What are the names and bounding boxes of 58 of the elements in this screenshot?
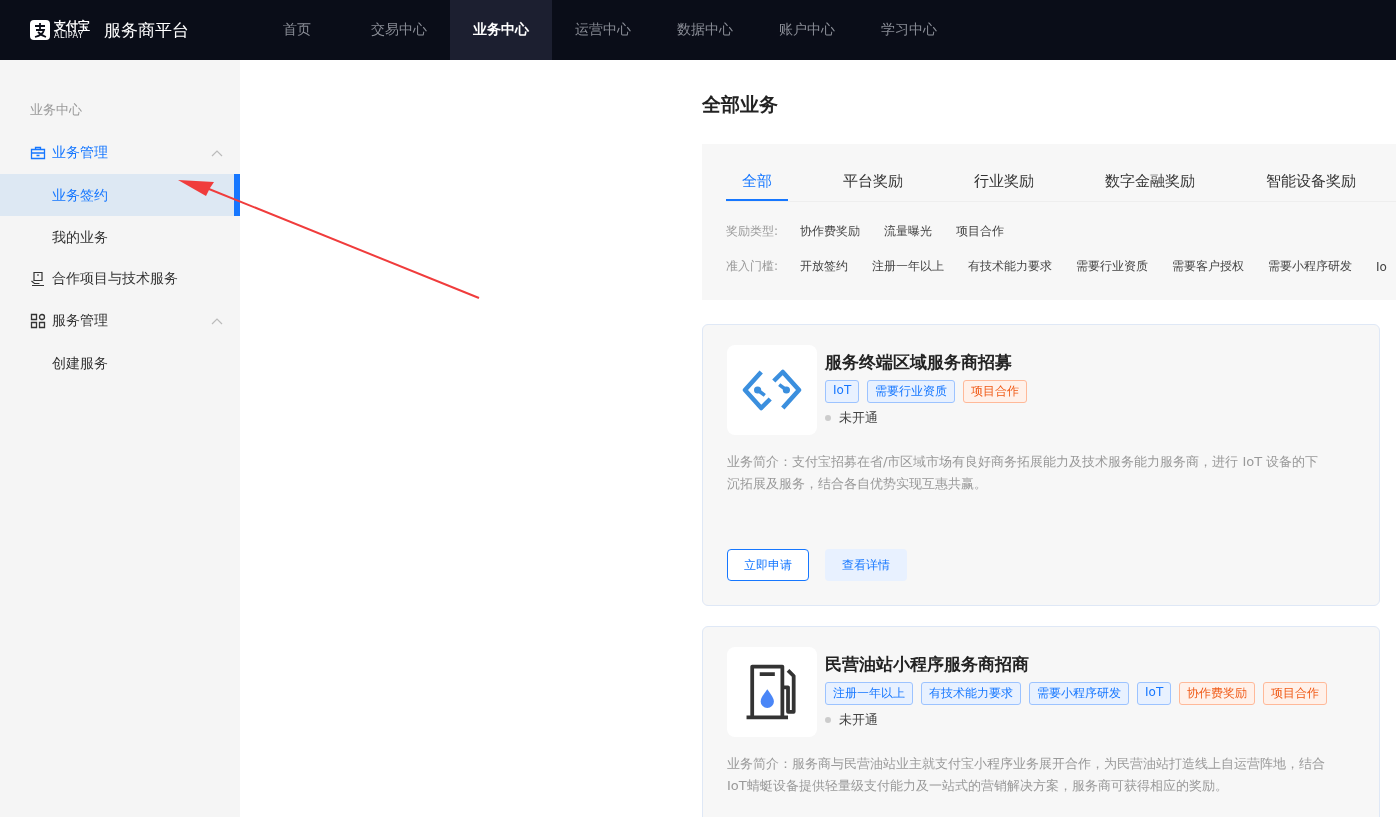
category-tab[interactable]: 全部 xyxy=(726,172,788,201)
filter-option[interactable]: 需要客户授权 xyxy=(1172,258,1245,275)
tag: IoT xyxy=(1137,682,1172,705)
sidebar-item[interactable]: 创建服务 xyxy=(0,342,240,384)
sidebar-group[interactable]: 服务管理 xyxy=(0,300,240,342)
logo-subtext: ALIPAY xyxy=(54,32,85,40)
status-dot xyxy=(825,415,831,421)
nav-tab[interactable]: 学习中心 xyxy=(858,0,960,60)
nav-tab[interactable]: 数据中心 xyxy=(654,0,756,60)
card-title: 服务终端区域服务商招募 xyxy=(825,351,1013,374)
briefcase-icon xyxy=(30,145,46,161)
monitor-hand-icon xyxy=(30,271,46,287)
nav-tab[interactable]: 业务中心 xyxy=(450,0,552,60)
nav-tab[interactable]: 交易中心 xyxy=(348,0,450,60)
card-title: 民营油站小程序服务商招商 xyxy=(825,653,1030,676)
logo-text: 支付宝 xyxy=(54,20,90,32)
nav-tab[interactable]: 首页 xyxy=(246,0,348,60)
nav-tab[interactable]: 运营中心 xyxy=(552,0,654,60)
sidebar-group[interactable]: 合作项目与技术服务 xyxy=(0,258,240,300)
filter-label: 准入门槛: xyxy=(726,258,779,275)
tag: IoT xyxy=(825,380,860,403)
tag: 需要行业资质 xyxy=(867,380,956,403)
filter-option[interactable]: 流量曝光 xyxy=(884,223,933,240)
alipay-logo-icon xyxy=(30,20,50,40)
linked-diamonds-icon xyxy=(727,345,817,435)
category-tab[interactable]: 数字金融奖励 xyxy=(1089,172,1211,201)
filter-option[interactable]: 需要小程序研发 xyxy=(1268,258,1353,275)
tag: 注册一年以上 xyxy=(825,682,913,705)
status-text: 未开通 xyxy=(839,711,878,729)
filter-option[interactable]: 注册一年以上 xyxy=(872,258,945,275)
apply-button[interactable]: 立即申请 xyxy=(727,549,809,581)
status-dot xyxy=(825,717,831,723)
tag: 需要小程序研发 xyxy=(1029,682,1129,705)
platform-title: 服务商平台 xyxy=(104,18,189,42)
filter-option[interactable]: 需要行业资质 xyxy=(1076,258,1149,275)
filter-option[interactable]: 有技术能力要求 xyxy=(968,258,1053,275)
filter-option[interactable]: Io xyxy=(1376,259,1387,274)
filter-option[interactable]: 协作费奖励 xyxy=(800,223,861,240)
details-button[interactable]: 查看详情 xyxy=(825,549,907,581)
filter-option[interactable]: 项目合作 xyxy=(956,223,1005,240)
sidebar-heading: 业务中心 xyxy=(29,101,83,119)
filter-label: 奖励类型: xyxy=(726,223,779,240)
category-tab[interactable]: 平台奖励 xyxy=(827,172,919,201)
tag: 项目合作 xyxy=(1263,682,1328,705)
apps-grid-icon xyxy=(30,313,46,329)
sidebar-group[interactable]: 业务管理 xyxy=(0,132,240,174)
fuel-pump-icon xyxy=(727,647,817,737)
tag: 项目合作 xyxy=(963,380,1028,403)
tag: 有技术能力要求 xyxy=(921,682,1021,705)
category-tab[interactable]: 智能设备奖励 xyxy=(1250,172,1372,201)
status-text: 未开通 xyxy=(839,409,878,427)
sidebar-item[interactable]: 我的业务 xyxy=(0,216,240,258)
nav-tab[interactable]: 账户中心 xyxy=(756,0,858,60)
category-tab[interactable]: 行业奖励 xyxy=(958,172,1050,201)
tag: 协作费奖励 xyxy=(1179,682,1256,705)
filter-option[interactable]: 开放签约 xyxy=(800,258,849,275)
page-title: 全部业务 xyxy=(702,92,779,117)
card-description: 业务简介：支付宝招募在省/市区域市场有良好商务拓展能力及技术服务能力服务商，进行 IoT 设备的下沉拓展及服务，结合各自优势实现互惠共赢。 xyxy=(727,453,1320,493)
